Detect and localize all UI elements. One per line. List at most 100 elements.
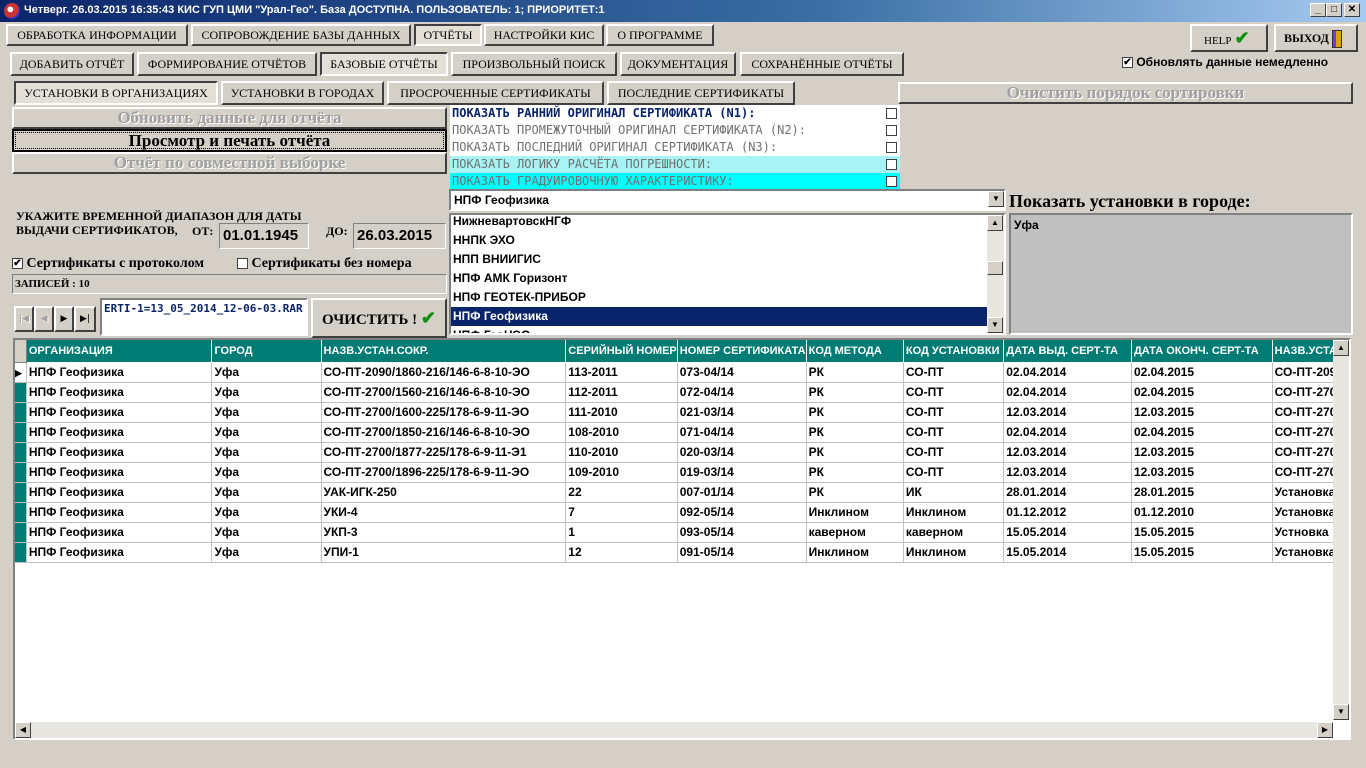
- list-item[interactable]: НижневартовскНГФ: [451, 215, 988, 231]
- table-cell[interactable]: НПФ Геофизика: [26, 402, 213, 423]
- table-row[interactable]: НПФ Геофизика Уфа СО-ПТ-2700/1877-225/178-…: [15, 442, 1349, 463]
- tab-city-installations[interactable]: УСТАНОВКИ В ГОРОДАХ: [221, 81, 384, 105]
- table-cell[interactable]: 01.12.2012: [1003, 502, 1132, 523]
- list-item[interactable]: НПФ ГеоЧЭО: [451, 326, 988, 333]
- table-cell[interactable]: 01.12.2010: [1131, 502, 1273, 523]
- list-item[interactable]: НПП ВНИИГИС: [451, 250, 988, 269]
- list-item[interactable]: НПФ ГЕОТЕК-ПРИБОР: [451, 288, 988, 307]
- with-protocol-option[interactable]: ✔ Сертификаты с протоколом: [12, 256, 204, 272]
- organization-list[interactable]: НижневартовскНГФ ННПК ЭХО НПП ВНИИГИС НП…: [449, 213, 1006, 335]
- table-cell[interactable]: СО-ПТ-2700/1560-216/146-6-8-10-ЭО: [321, 382, 567, 403]
- results-grid[interactable]: ОРГАНИЗАЦИЯ ГОРОД НАЗВ.УСТАН.СОКР. СЕРИЙ…: [13, 338, 1351, 740]
- city-list-item[interactable]: Уфа: [1014, 218, 1348, 232]
- table-row[interactable]: НПФ Геофизика Уфа УАК-ИГК-250 22 007-01/14 РК…: [15, 482, 1349, 503]
- table-cell[interactable]: НПФ Геофизика: [26, 462, 213, 483]
- table-cell[interactable]: ИК: [903, 482, 1005, 503]
- column-header[interactable]: НАЗВ.УСТАН.СОКР.: [321, 340, 567, 363]
- table-cell[interactable]: 28.01.2014: [1003, 482, 1132, 503]
- table-cell[interactable]: СО-ПТ-2700/1896-225/178-6-9-11-ЭО: [321, 462, 567, 483]
- table-cell[interactable]: НПФ Геофизика: [26, 362, 213, 383]
- table-cell[interactable]: СО-ПТ-2700/1877-225/178-6-9-11-Э1: [321, 442, 567, 463]
- joint-selection-button[interactable]: Отчёт по совместной выборке: [12, 152, 447, 174]
- table-cell[interactable]: СО-ПТ: [903, 402, 1005, 423]
- attachment-memo[interactable]: ERTI-1=13_05_2014_12-06-03.RAR: [100, 298, 308, 336]
- table-cell[interactable]: 071-04/14: [677, 422, 807, 443]
- table-cell[interactable]: РК: [806, 362, 904, 383]
- table-cell[interactable]: 02.04.2015: [1131, 422, 1273, 443]
- table-cell[interactable]: НПФ Геофизика: [26, 502, 213, 523]
- table-cell[interactable]: 110-2010: [565, 442, 678, 463]
- table-cell[interactable]: 02.04.2014: [1003, 382, 1132, 403]
- table-cell[interactable]: 12.03.2014: [1003, 462, 1132, 483]
- column-header[interactable]: КОД МЕТОДА: [806, 340, 904, 363]
- table-cell[interactable]: Уфа: [211, 542, 322, 563]
- table-cell[interactable]: 091-05/14: [677, 542, 807, 563]
- scroll-down-icon[interactable]: ▼: [1333, 704, 1349, 720]
- menu-settings[interactable]: НАСТРОЙКИ КИС: [484, 24, 604, 46]
- row-indicator[interactable]: ▶: [15, 362, 27, 383]
- table-cell[interactable]: УАК-ИГК-250: [321, 482, 567, 503]
- maximize-button[interactable]: □: [1326, 3, 1342, 17]
- row-indicator[interactable]: [15, 402, 27, 423]
- table-cell[interactable]: СО-ПТ: [903, 442, 1005, 463]
- table-cell[interactable]: Уфа: [211, 502, 322, 523]
- table-row[interactable]: ▶ НПФ Геофизика Уфа СО-ПТ-2090/1860-216/146…: [15, 362, 1349, 383]
- submenu-report-forming[interactable]: ФОРМИРОВАНИЕ ОТЧЁТОВ: [137, 52, 317, 76]
- list-item-selected[interactable]: НПФ Геофизика: [451, 307, 988, 326]
- table-cell[interactable]: Уфа: [211, 422, 322, 443]
- table-cell[interactable]: 12: [565, 542, 678, 563]
- table-cell[interactable]: Уфа: [211, 482, 322, 503]
- table-row[interactable]: НПФ Геофизика Уфа СО-ПТ-2700/1560-216/146-…: [15, 382, 1349, 403]
- table-cell[interactable]: 02.04.2014: [1003, 422, 1132, 443]
- table-cell[interactable]: НПФ Геофизика: [26, 422, 213, 443]
- nav-next-button[interactable]: ▶: [54, 306, 74, 332]
- table-row[interactable]: НПФ Геофизика Уфа УПИ-1 12 091-05/14 Инклином…: [15, 542, 1349, 563]
- option-intermediate-original-checkbox[interactable]: [886, 125, 897, 136]
- table-cell[interactable]: СО-ПТ: [903, 362, 1005, 383]
- table-cell[interactable]: 108-2010: [565, 422, 678, 443]
- without-number-checkbox[interactable]: [237, 258, 248, 270]
- table-cell[interactable]: Уфа: [211, 362, 322, 383]
- table-row[interactable]: НПФ Геофизика Уфа СО-ПТ-2700/1896-225/178-…: [15, 462, 1349, 483]
- column-header[interactable]: НОМЕР СЕРТИФИКАТА: [677, 340, 807, 363]
- table-cell[interactable]: 073-04/14: [677, 362, 807, 383]
- update-immediately-checkbox[interactable]: ✔: [1122, 57, 1133, 69]
- column-header[interactable]: ДАТА ОКОНЧ. СЕРТ-ТА: [1131, 340, 1273, 363]
- grid-horizontal-scrollbar[interactable]: ◀ ▶: [15, 722, 1333, 738]
- nav-first-button[interactable]: |◀: [14, 306, 34, 332]
- table-cell[interactable]: 007-01/14: [677, 482, 807, 503]
- table-cell[interactable]: 28.01.2015: [1131, 482, 1273, 503]
- table-cell[interactable]: 12.03.2015: [1131, 402, 1273, 423]
- refresh-data-button[interactable]: Обновить данные для отчёта: [12, 107, 447, 129]
- table-cell[interactable]: УКИ-4: [321, 502, 567, 523]
- table-cell[interactable]: РК: [806, 482, 904, 503]
- table-cell[interactable]: каверном: [806, 522, 904, 543]
- tab-latest-certificates[interactable]: ПОСЛЕДНИЕ СЕРТИФИКАТЫ: [607, 81, 795, 105]
- option-early-original[interactable]: ПОКАЗАТЬ РАННИЙ ОРИГИНАЛ СЕРТИФИКАТА (N1…: [450, 105, 900, 122]
- update-immediately-option[interactable]: ✔ Обновлять данные немедленно: [1122, 55, 1328, 69]
- table-cell[interactable]: 15.05.2015: [1131, 542, 1273, 563]
- table-cell[interactable]: 1: [565, 522, 678, 543]
- menu-about[interactable]: О ПРОГРАММЕ: [606, 24, 714, 46]
- table-row[interactable]: НПФ Геофизика Уфа УКИ-4 7 092-05/14 Инклином И…: [15, 502, 1349, 523]
- table-cell[interactable]: 15.05.2015: [1131, 522, 1273, 543]
- clear-button[interactable]: ОЧИСТИТЬ ! ✔: [311, 298, 447, 338]
- column-header[interactable]: ОРГАНИЗАЦИЯ: [26, 340, 213, 363]
- table-cell[interactable]: НПФ Геофизика: [26, 442, 213, 463]
- date-from-field[interactable]: 01.01.1945: [219, 223, 309, 249]
- table-cell[interactable]: 093-05/14: [677, 522, 807, 543]
- table-cell[interactable]: НПФ Геофизика: [26, 542, 213, 563]
- table-cell[interactable]: Уфа: [211, 382, 322, 403]
- row-indicator[interactable]: [15, 422, 27, 443]
- option-calibration[interactable]: ПОКАЗАТЬ ГРАДУИРОВОЧНУЮ ХАРАКТЕРИСТИКУ:: [450, 173, 900, 190]
- scroll-up-icon[interactable]: ▲: [1333, 340, 1349, 356]
- menu-db-maintenance[interactable]: СОПРОВОЖДЕНИЕ БАЗЫ ДАННЫХ: [191, 24, 411, 46]
- table-cell[interactable]: 112-2011: [565, 382, 678, 403]
- organization-list-scrollbar[interactable]: ▲ ▼: [987, 215, 1004, 333]
- table-cell[interactable]: РК: [806, 462, 904, 483]
- exit-button[interactable]: ВЫХОД: [1274, 24, 1358, 52]
- row-indicator[interactable]: [15, 542, 27, 563]
- minimize-button[interactable]: _: [1310, 3, 1326, 17]
- menu-reports[interactable]: ОТЧЁТЫ: [414, 24, 482, 46]
- scroll-up-icon[interactable]: ▲: [987, 215, 1003, 231]
